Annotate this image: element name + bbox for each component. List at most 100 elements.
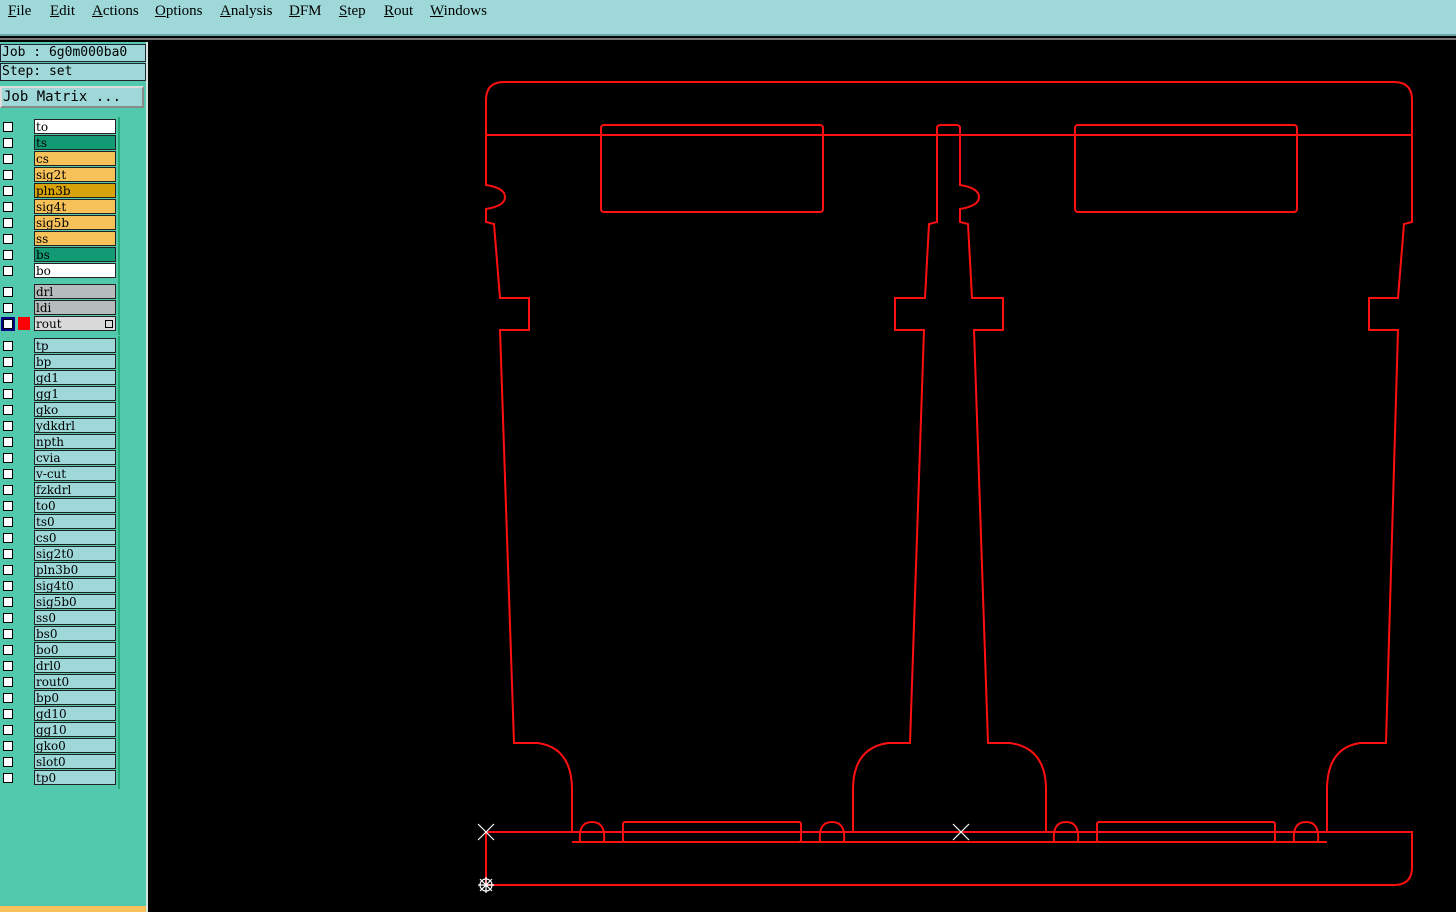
- layer-checkbox[interactable]: [3, 709, 13, 719]
- layer-row-bs[interactable]: bs: [0, 247, 118, 263]
- layer-row-bo[interactable]: bo: [0, 263, 118, 279]
- layer-name[interactable]: to: [34, 119, 116, 134]
- layer-checkbox[interactable]: [3, 373, 13, 383]
- layer-checkbox[interactable]: [3, 517, 13, 527]
- layer-row-gd1[interactable]: gd1: [0, 370, 118, 386]
- layer-name[interactable]: bs: [34, 247, 116, 262]
- layer-row-v-cut[interactable]: v-cut: [0, 466, 118, 482]
- layer-name[interactable]: gd1: [34, 370, 116, 385]
- layer-row-drl[interactable]: drl: [0, 284, 118, 300]
- layer-row-rout0[interactable]: rout0: [0, 674, 118, 690]
- layer-checkbox[interactable]: [3, 565, 13, 575]
- layer-checkbox[interactable]: [3, 250, 13, 260]
- layer-checkbox[interactable]: [3, 154, 13, 164]
- layer-row-drl0[interactable]: drl0: [0, 658, 118, 674]
- layer-row-ss0[interactable]: ss0: [0, 610, 118, 626]
- layer-row-bs0[interactable]: bs0: [0, 626, 118, 642]
- layer-name[interactable]: bo0: [34, 642, 116, 657]
- layer-checkbox[interactable]: [3, 693, 13, 703]
- layer-checkbox[interactable]: [3, 389, 13, 399]
- layer-name[interactable]: rout0: [34, 674, 116, 689]
- layer-name[interactable]: npth: [34, 434, 116, 449]
- menu-windows[interactable]: Windows: [430, 3, 487, 20]
- layer-checkbox[interactable]: [3, 202, 13, 212]
- layer-checkbox[interactable]: [3, 645, 13, 655]
- menu-options[interactable]: Options: [155, 3, 203, 20]
- layer-checkbox[interactable]: [3, 186, 13, 196]
- layer-name[interactable]: gko0: [34, 738, 116, 753]
- layer-checkbox[interactable]: [3, 357, 13, 367]
- layer-row-to[interactable]: to: [0, 119, 118, 135]
- layer-name[interactable]: drl0: [34, 658, 116, 673]
- layer-name[interactable]: v-cut: [34, 466, 116, 481]
- layer-name[interactable]: ss0: [34, 610, 116, 625]
- layer-checkbox[interactable]: [3, 218, 13, 228]
- layer-row-tp0[interactable]: tp0: [0, 770, 118, 786]
- layer-row-ss[interactable]: ss: [0, 231, 118, 247]
- layer-checkbox[interactable]: [3, 549, 13, 559]
- layer-name[interactable]: ldi: [34, 300, 116, 315]
- layer-checkbox[interactable]: [3, 122, 13, 132]
- layer-row-gko[interactable]: gko: [0, 402, 118, 418]
- layer-name[interactable]: sig5b0: [34, 594, 116, 609]
- layer-name[interactable]: to0: [34, 498, 116, 513]
- layer-name[interactable]: gd10: [34, 706, 116, 721]
- layer-row-gd10[interactable]: gd10: [0, 706, 118, 722]
- layer-name[interactable]: ts: [34, 135, 116, 150]
- layer-checkbox[interactable]: [3, 453, 13, 463]
- layer-row-bo0[interactable]: bo0: [0, 642, 118, 658]
- layer-checkbox[interactable]: [1, 317, 15, 331]
- layer-name[interactable]: cs0: [34, 530, 116, 545]
- layer-row-rout[interactable]: rout: [0, 316, 118, 332]
- layer-name[interactable]: pln3b: [34, 183, 116, 198]
- layer-checkbox[interactable]: [3, 613, 13, 623]
- menu-actions[interactable]: Actions: [92, 3, 139, 20]
- menu-edit[interactable]: Edit: [50, 3, 75, 20]
- layer-row-pln3b0[interactable]: pln3b0: [0, 562, 118, 578]
- layer-name[interactable]: bp: [34, 354, 116, 369]
- layer-checkbox[interactable]: [3, 533, 13, 543]
- layer-row-sig2t[interactable]: sig2t: [0, 167, 118, 183]
- layer-name[interactable]: drl: [34, 284, 116, 299]
- layer-row-bp[interactable]: bp: [0, 354, 118, 370]
- layer-row-tp[interactable]: tp: [0, 338, 118, 354]
- layer-row-gg10[interactable]: gg10: [0, 722, 118, 738]
- layer-row-ydkdrl[interactable]: ydkdrl: [0, 418, 118, 434]
- layer-checkbox[interactable]: [3, 266, 13, 276]
- layer-name[interactable]: sig5b: [34, 215, 116, 230]
- layer-name[interactable]: fzkdrl: [34, 482, 116, 497]
- layer-row-ts[interactable]: ts: [0, 135, 118, 151]
- layer-checkbox[interactable]: [3, 303, 13, 313]
- layer-name[interactable]: gg10: [34, 722, 116, 737]
- layer-checkbox[interactable]: [3, 469, 13, 479]
- layer-checkbox[interactable]: [3, 629, 13, 639]
- layer-name[interactable]: bp0: [34, 690, 116, 705]
- layer-checkbox[interactable]: [3, 581, 13, 591]
- layer-checkbox[interactable]: [3, 405, 13, 415]
- layer-checkbox[interactable]: [3, 501, 13, 511]
- layer-checkbox[interactable]: [3, 677, 13, 687]
- menu-analysis[interactable]: Analysis: [220, 3, 273, 20]
- menu-file[interactable]: File: [8, 3, 31, 20]
- layer-row-ldi[interactable]: ldi: [0, 300, 118, 316]
- layer-row-ts0[interactable]: ts0: [0, 514, 118, 530]
- layer-checkbox[interactable]: [3, 341, 13, 351]
- graphic-canvas[interactable]: [150, 42, 1456, 912]
- layer-name[interactable]: sig4t: [34, 199, 116, 214]
- layer-row-slot0[interactable]: slot0: [0, 754, 118, 770]
- layer-row-cs[interactable]: cs: [0, 151, 118, 167]
- layer-row-cs0[interactable]: cs0: [0, 530, 118, 546]
- layer-row-gko0[interactable]: gko0: [0, 738, 118, 754]
- layer-row-sig2t0[interactable]: sig2t0: [0, 546, 118, 562]
- layer-row-fzkdrl[interactable]: fzkdrl: [0, 482, 118, 498]
- layer-checkbox[interactable]: [3, 138, 13, 148]
- layer-name[interactable]: ts0: [34, 514, 116, 529]
- layer-name[interactable]: pln3b0: [34, 562, 116, 577]
- layer-row-pln3b[interactable]: pln3b: [0, 183, 118, 199]
- menu-rout[interactable]: Rout: [384, 3, 413, 20]
- layer-display-color[interactable]: [18, 317, 30, 330]
- layer-row-cvia[interactable]: cvia: [0, 450, 118, 466]
- layer-checkbox[interactable]: [3, 234, 13, 244]
- layer-checkbox[interactable]: [3, 741, 13, 751]
- layer-name[interactable]: sig4t0: [34, 578, 116, 593]
